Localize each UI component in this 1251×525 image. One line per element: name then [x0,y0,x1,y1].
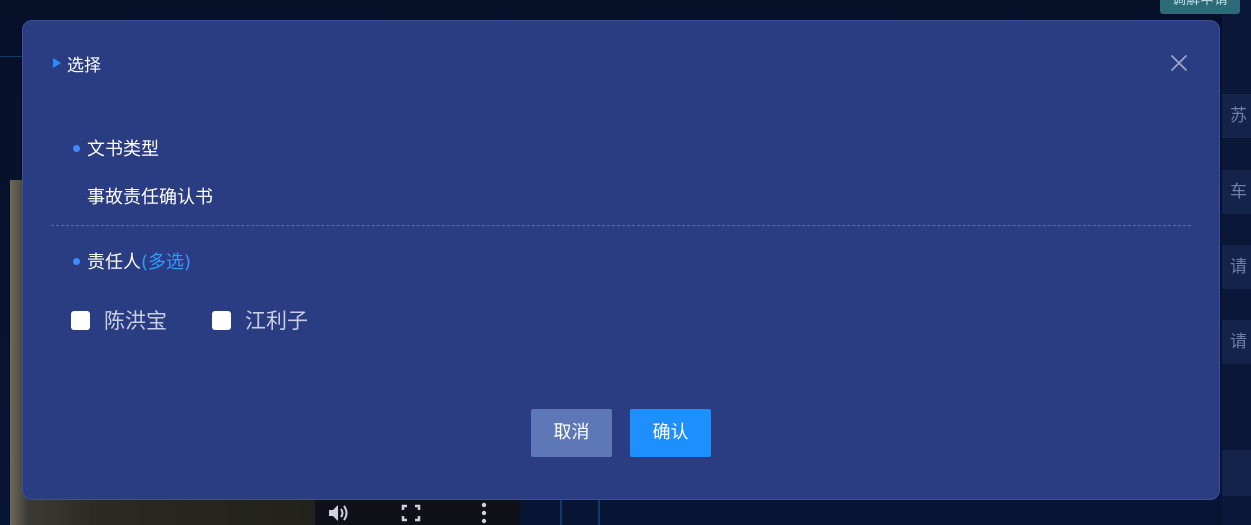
background-divider [598,500,600,525]
section-divider [51,225,1191,226]
cancel-button[interactable]: 取消 [531,409,612,457]
option-label: 陈洪宝 [104,309,167,333]
bullet-icon [73,144,80,152]
background-row[interactable]: 车 [1222,170,1251,214]
responsible-option[interactable]: 江利子 [212,305,308,335]
responsible-label-text: 责任人 [87,252,141,273]
doc-type-label-text: 文书类型 [87,139,159,160]
mediation-request-button[interactable]: 调解申请 [1160,0,1240,14]
background-row[interactable]: 苏 [1222,94,1251,138]
background-row[interactable]: 请 [1222,245,1251,289]
doc-type-label: 文书类型 [73,135,159,161]
background-divider [560,500,562,525]
video-control-bar [315,497,520,525]
arrow-right-icon [53,58,61,68]
more-vertical-icon[interactable] [480,502,488,524]
bullet-icon [73,257,80,265]
multi-select-hint: (多选) [141,252,192,273]
volume-icon[interactable] [327,503,351,523]
responsible-label: 责任人 (多选) [73,248,191,274]
dialog-title: 选择 [67,55,101,76]
select-dialog: 选择 文书类型 事故责任确认书 责任人 (多选) 陈洪宝 江利子 取消 确认 [22,20,1220,500]
close-icon[interactable] [1168,52,1190,74]
option-label: 江利子 [245,309,308,333]
responsible-option[interactable]: 陈洪宝 [71,305,167,335]
background-row [1222,450,1251,496]
background-divider [0,56,22,57]
checkbox[interactable] [212,310,231,330]
checkbox[interactable] [71,310,90,330]
doc-type-value: 事故责任确认书 [87,187,213,208]
confirm-button[interactable]: 确认 [630,409,711,457]
fullscreen-icon[interactable] [401,504,421,522]
dialog-header: 选择 [53,51,101,76]
background-row[interactable]: 请 [1222,320,1251,364]
